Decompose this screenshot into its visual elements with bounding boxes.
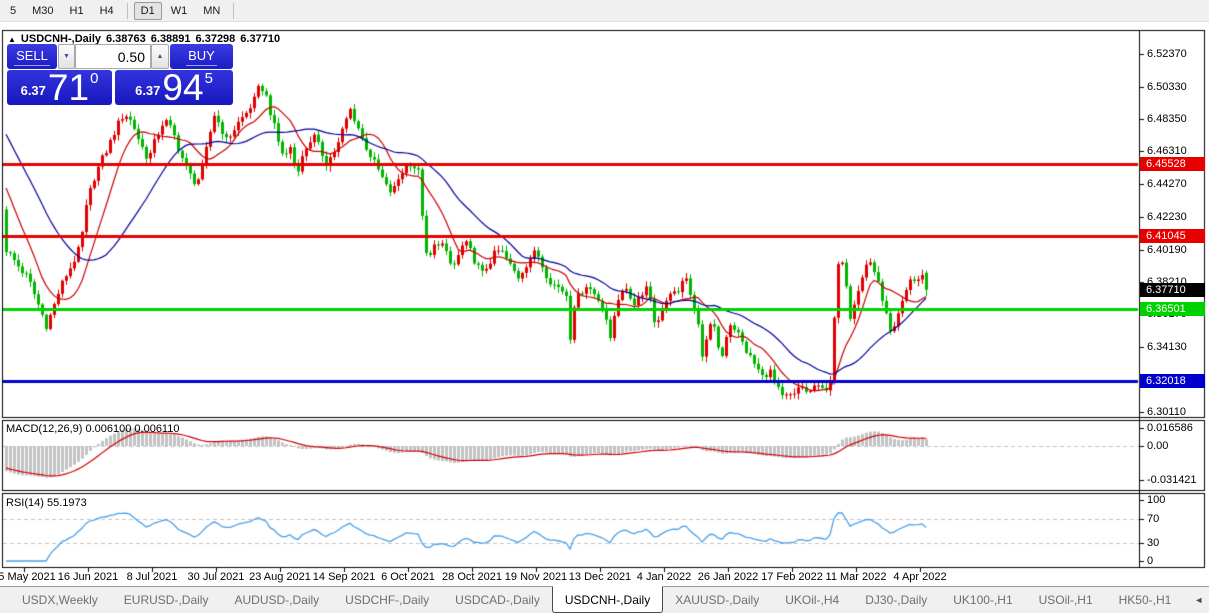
volume-decrease-button[interactable]: ▼ xyxy=(58,44,75,69)
sell-price-pip: 0 xyxy=(90,70,98,87)
rsi-axis-label: 100 xyxy=(1147,494,1165,506)
buy-button[interactable]: BUY xyxy=(170,44,233,69)
trading-terminal-window: 5M30H1H4D1W1MN ▲ USDCNH-,Daily 6.38763 6… xyxy=(0,0,1209,613)
price-tick-label: 6.52370 xyxy=(1147,48,1187,60)
rsi-axis-label: 70 xyxy=(1147,513,1159,525)
tab-audusd-daily[interactable]: AUDUSD-,Daily xyxy=(222,587,331,613)
tab-usdx-weekly[interactable]: USDX,Weekly xyxy=(10,587,110,613)
price-level-badge: 6.36501 xyxy=(1140,302,1205,316)
timeframe-button-5[interactable]: 5 xyxy=(3,2,23,20)
down-arrow-icon: ▼ xyxy=(63,53,70,60)
trade-panel: SELL ▼ ▲ BUY 6.37 71 0 6.37 94 5 xyxy=(7,44,233,105)
tab-usdcad-daily[interactable]: USDCAD-,Daily xyxy=(443,587,552,613)
price-tick-label: 6.42230 xyxy=(1147,211,1187,223)
price-axis: 6.52370 6.50330 6.48350 6.46310 6.44270 6.422… xyxy=(1139,0,1209,585)
date-axis: 25 May 202116 Jun 20218 Jul 202130 Jul 2… xyxy=(0,571,1139,585)
timeframe-toolbar: 5M30H1H4 D1W1MN xyxy=(0,0,1209,22)
tab-xauusd-daily[interactable]: XAUUSD-,Daily xyxy=(663,587,771,613)
tab-dj30-daily[interactable]: DJ30-,Daily xyxy=(853,587,939,613)
ohlc-close: 6.37710 xyxy=(240,33,280,45)
buy-price-prefix: 6.37 xyxy=(135,83,160,98)
toolbar-separator xyxy=(233,3,234,19)
tab-uk100-h1[interactable]: UK100-,H1 xyxy=(941,587,1024,613)
macd-axis-label: 0.00 xyxy=(1147,440,1168,452)
price-tick-label: 6.44270 xyxy=(1147,178,1187,190)
tab-usdcnh-daily[interactable]: USDCNH-,Daily xyxy=(552,586,663,613)
sell-price-prefix: 6.37 xyxy=(21,83,46,98)
timeframe-button-h1[interactable]: H1 xyxy=(63,2,91,20)
tab-usdchf-daily[interactable]: USDCHF-,Daily xyxy=(333,587,441,613)
tab-scroll-controls: ◄► xyxy=(1185,587,1209,613)
price-tick-label: 6.46310 xyxy=(1147,145,1187,157)
rsi-axis-label: 0 xyxy=(1147,555,1153,567)
timeframe-button-mn[interactable]: MN xyxy=(196,2,227,20)
buy-price-pip: 5 xyxy=(205,70,213,87)
symbol-tab-bar: USDX,WeeklyEURUSD-,DailyAUDUSD-,DailyUSD… xyxy=(0,586,1209,613)
sell-price-box[interactable]: 6.37 71 0 xyxy=(7,70,112,105)
current-price-badge: 6.37710 xyxy=(1140,283,1205,297)
price-tick-label: 6.50330 xyxy=(1147,81,1187,93)
price-tick-label: 6.30110 xyxy=(1147,406,1186,418)
rsi-axis-label: 30 xyxy=(1147,537,1159,549)
toolbar-separator xyxy=(127,3,128,19)
collapse-chart-icon[interactable]: ▲ xyxy=(8,35,16,44)
tab-usoil-h1[interactable]: USOil-,H1 xyxy=(1027,587,1105,613)
sell-button[interactable]: SELL xyxy=(7,44,57,69)
tabs-scroll-left-icon[interactable]: ◄ xyxy=(1185,595,1209,605)
tab-hk50-h1[interactable]: HK50-,H1 xyxy=(1107,587,1184,613)
macd-axis-label: 0.016586 xyxy=(1147,422,1193,434)
volume-input[interactable] xyxy=(75,44,151,69)
macd-axis-label: -0.031421 xyxy=(1147,474,1197,486)
date-tick-label: 4 Apr 2022 xyxy=(875,571,965,583)
timeframe-button-w1[interactable]: W1 xyxy=(164,2,195,20)
timeframe-button-m30[interactable]: M30 xyxy=(25,2,60,20)
buy-button-label: BUY xyxy=(186,48,217,66)
sell-button-label: SELL xyxy=(14,48,50,66)
timeframe-button-h4[interactable]: H4 xyxy=(93,2,121,20)
rsi-label: RSI(14) 55.1973 xyxy=(6,497,87,509)
timeframe-button-d1[interactable]: D1 xyxy=(134,2,162,20)
price-level-badge: 6.41045 xyxy=(1140,229,1205,243)
tab-ukoil-h4[interactable]: UKOil-,H4 xyxy=(773,587,851,613)
volume-increase-button[interactable]: ▲ xyxy=(151,44,169,69)
price-tick-label: 6.40190 xyxy=(1147,244,1187,256)
buy-price-big: 94 xyxy=(162,73,203,103)
macd-label: MACD(12,26,9) 0.006100 0.006110 xyxy=(6,423,179,435)
sell-price-big: 71 xyxy=(48,73,89,103)
up-arrow-icon: ▲ xyxy=(157,53,164,60)
price-level-badge: 6.45528 xyxy=(1140,157,1205,171)
price-tick-label: 6.48350 xyxy=(1147,113,1187,125)
buy-price-box[interactable]: 6.37 94 5 xyxy=(115,70,233,105)
tab-eurusd-daily[interactable]: EURUSD-,Daily xyxy=(112,587,221,613)
price-tick-label: 6.34130 xyxy=(1147,341,1187,353)
price-level-badge: 6.32018 xyxy=(1140,374,1205,388)
